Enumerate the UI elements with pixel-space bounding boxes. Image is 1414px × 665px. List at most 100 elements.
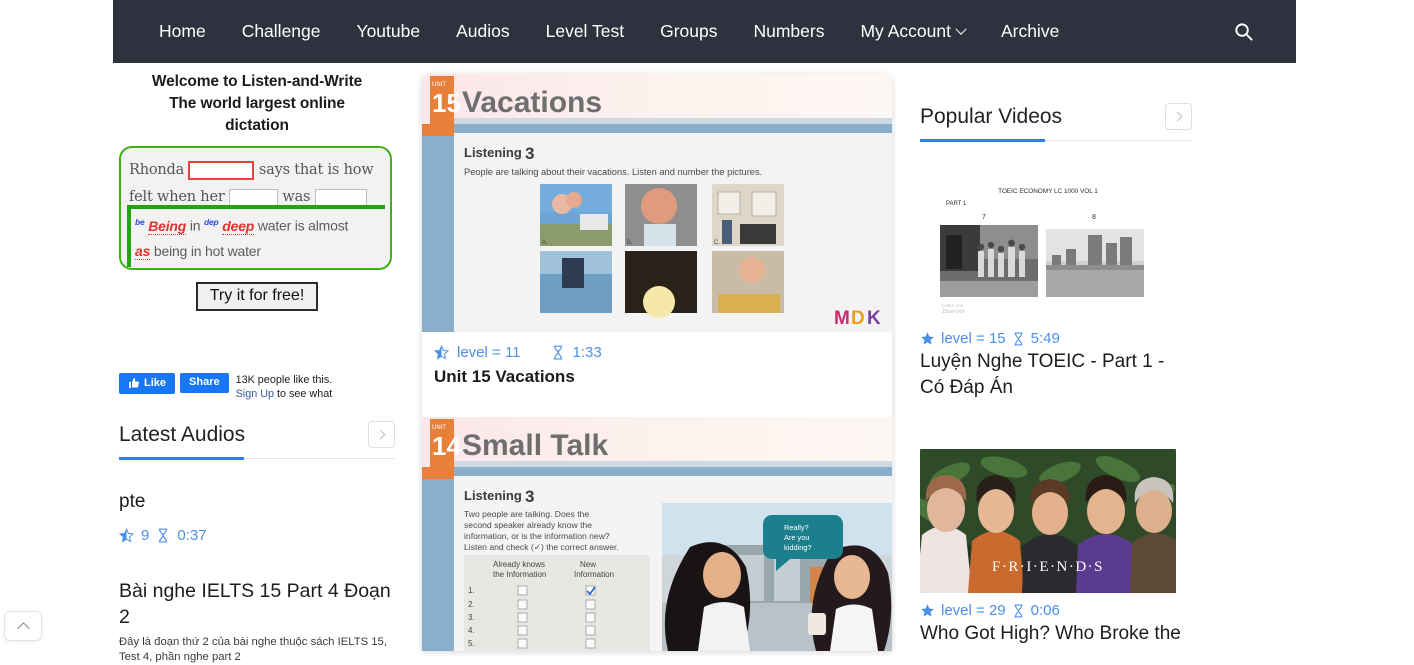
- demo-text-line2b: was: [282, 189, 311, 205]
- hourglass-icon: [1014, 604, 1022, 617]
- popular-videos-header: Popular Videos: [920, 103, 1192, 140]
- nav-item-youtube[interactable]: Youtube: [339, 0, 439, 63]
- answer-sup-dep: dep: [204, 217, 219, 227]
- nav-label: Youtube: [356, 21, 421, 41]
- nav-item-my-account[interactable]: My Account: [842, 0, 982, 63]
- facebook-share-label: Share: [189, 376, 220, 388]
- card-title[interactable]: Unit 15 Vacations: [434, 367, 880, 387]
- star-icon: [921, 332, 934, 345]
- demo-word-rhonda: Rhonda: [129, 162, 185, 178]
- nav-label: Archive: [1000, 21, 1060, 41]
- feed-card-vacations[interactable]: 15 UNIT Vacations Listening 3 People are…: [422, 74, 892, 417]
- latest-audios-next-button[interactable]: [368, 421, 395, 448]
- nav-item-groups[interactable]: Groups: [642, 0, 735, 63]
- nav-label: Challenge: [241, 21, 321, 41]
- audio-item-title[interactable]: Bài nghe IELTS 15 Part 4 Đoạn 2: [119, 578, 395, 630]
- svg-text:New: New: [580, 560, 596, 569]
- nav-item-challenge[interactable]: Challenge: [224, 0, 339, 63]
- facebook-signup-link[interactable]: Sign Up: [236, 388, 274, 400]
- popular-videos-next-button[interactable]: [1165, 103, 1192, 130]
- nav-item-home[interactable]: Home: [141, 0, 224, 63]
- nav-item-audios[interactable]: Audios: [438, 0, 528, 63]
- list-item[interactable]: TOEIC ECONOMY LC 1000 VOL 1 PART 1 7 8 L…: [920, 177, 1192, 401]
- promo-heading: Welcome to Listen-and-Write The world la…: [119, 71, 395, 137]
- scroll-to-top-button[interactable]: [4, 611, 42, 641]
- dictation-answer-text: be Being in dep deep water is almost as …: [135, 210, 390, 264]
- facebook-signup-line: Sign Up to see what: [236, 388, 333, 402]
- hourglass-icon: [553, 345, 562, 360]
- video-duration-value: 0:06: [1030, 602, 1060, 619]
- svg-text:B.: B.: [627, 240, 633, 246]
- star-icon: [921, 604, 934, 617]
- svg-text:D: D: [851, 308, 865, 329]
- dictation-exercise-text: Rhonda says that is how felt when her wa…: [121, 148, 390, 211]
- nav-item-numbers[interactable]: Numbers: [735, 0, 842, 63]
- svg-text:kidding?: kidding?: [784, 543, 812, 552]
- dictation-blank-3[interactable]: [314, 188, 367, 206]
- answer-sup-be: be: [135, 217, 145, 227]
- left-sidebar: Welcome to Listen-and-Write The world la…: [119, 71, 395, 665]
- popular-videos-title: Popular Videos: [920, 104, 1063, 128]
- lesson-image-vacations: 15 UNIT Vacations Listening 3 People are…: [422, 74, 892, 332]
- nav-label: My Account: [860, 21, 951, 41]
- demo-text-after: says that is how: [258, 162, 374, 178]
- demo-text-line2a: felt when her: [129, 189, 225, 205]
- try-it-for-free-button[interactable]: Try it for free!: [195, 282, 319, 311]
- svg-text:second speaker already know th: second speaker already know the: [464, 520, 592, 530]
- facebook-signup-tail: to see what: [277, 387, 333, 400]
- facebook-like-count: 13K people like this.: [235, 374, 333, 386]
- demo-left-bar: [127, 205, 131, 267]
- right-sidebar: Popular Videos TOEIC ECONOMY LC 1000 VOL…: [920, 103, 1192, 647]
- svg-text:3: 3: [525, 487, 534, 506]
- svg-text:PART 1: PART 1: [946, 201, 967, 207]
- list-item[interactable]: F·R·I·E·N·D·S level = 29 0:06 Who Got Hi…: [920, 449, 1192, 647]
- video-title[interactable]: Who Got High? Who Broke the: [920, 621, 1192, 647]
- nav-item-archive[interactable]: Archive: [983, 0, 1077, 63]
- video-title[interactable]: Luyện Nghe TOEIC - Part 1 - Có Đáp Án: [920, 349, 1192, 401]
- chevron-up-icon: [16, 621, 30, 635]
- list-item[interactable]: Bài nghe IELTS 15 Part 4 Đoạn 2 Đây là đ…: [119, 578, 395, 665]
- answer-word-deep: deep: [222, 217, 255, 235]
- promo-heading-line-3: dictation: [225, 117, 289, 134]
- svg-text:1.: 1.: [468, 586, 475, 595]
- svg-text:UNIT: UNIT: [432, 425, 446, 431]
- nav-item-level-test[interactable]: Level Test: [528, 0, 642, 63]
- svg-text:the Information: the Information: [493, 570, 546, 579]
- audio-item-duration: 0:37: [177, 527, 207, 544]
- answer-tail-1: water is almost: [257, 217, 349, 234]
- card-level-value: level = 11: [457, 344, 521, 361]
- audio-item-title[interactable]: pte: [119, 489, 395, 515]
- chevron-right-icon: [1172, 111, 1183, 122]
- nav-label: Groups: [660, 21, 718, 41]
- video-meta: level = 15 5:49: [920, 330, 1192, 347]
- friends-logo-text: F·R·I·E·N·D·S: [992, 559, 1104, 575]
- svg-text:Listen and: Listen and: [942, 303, 964, 308]
- svg-text:Listening: Listening: [464, 145, 522, 160]
- video-meta: level = 29 0:06: [920, 602, 1192, 619]
- top-navigation-bar: Home Challenge Youtube Audios Level Test…: [113, 0, 1296, 63]
- promo-heading-line-2: The world largest online: [169, 95, 345, 112]
- dictation-blank-2[interactable]: [228, 188, 278, 206]
- svg-text:2.: 2.: [468, 600, 475, 609]
- latest-audios-header: Latest Audios: [119, 421, 395, 458]
- svg-text:information, or is the informa: information, or is the information new?: [464, 531, 610, 541]
- answer-tail-2: being in hot water: [153, 242, 261, 259]
- list-item[interactable]: pte 9 0:37: [119, 489, 395, 544]
- video-level-value: level = 29: [941, 602, 1006, 619]
- answer-word-being: Being: [148, 217, 187, 235]
- dictation-demo-box: Rhonda says that is how felt when her wa…: [119, 146, 392, 270]
- video-duration-value: 5:49: [1030, 330, 1060, 347]
- svg-text:Listening: Listening: [464, 488, 522, 503]
- svg-text:ZikaForth: ZikaForth: [942, 309, 965, 315]
- facebook-like-button[interactable]: Like: [119, 373, 176, 394]
- search-icon[interactable]: [1226, 15, 1260, 49]
- dictation-blank-active[interactable]: [188, 160, 255, 180]
- nav-links: Home Challenge Youtube Audios Level Test…: [141, 0, 1226, 63]
- facebook-like-widget: Like Share 13K people like this. Sign Up…: [119, 373, 395, 401]
- facebook-share-button[interactable]: Share: [180, 373, 229, 393]
- feed-card-small-talk[interactable]: 14 UNIT Small Talk Listening 3 Two peopl…: [422, 417, 892, 651]
- svg-text:People are talking about their: People are talking about their vacations…: [464, 167, 762, 177]
- svg-text:C.: C.: [714, 240, 720, 246]
- svg-text:Vacations: Vacations: [462, 86, 602, 119]
- latest-audios-underline: [119, 457, 395, 460]
